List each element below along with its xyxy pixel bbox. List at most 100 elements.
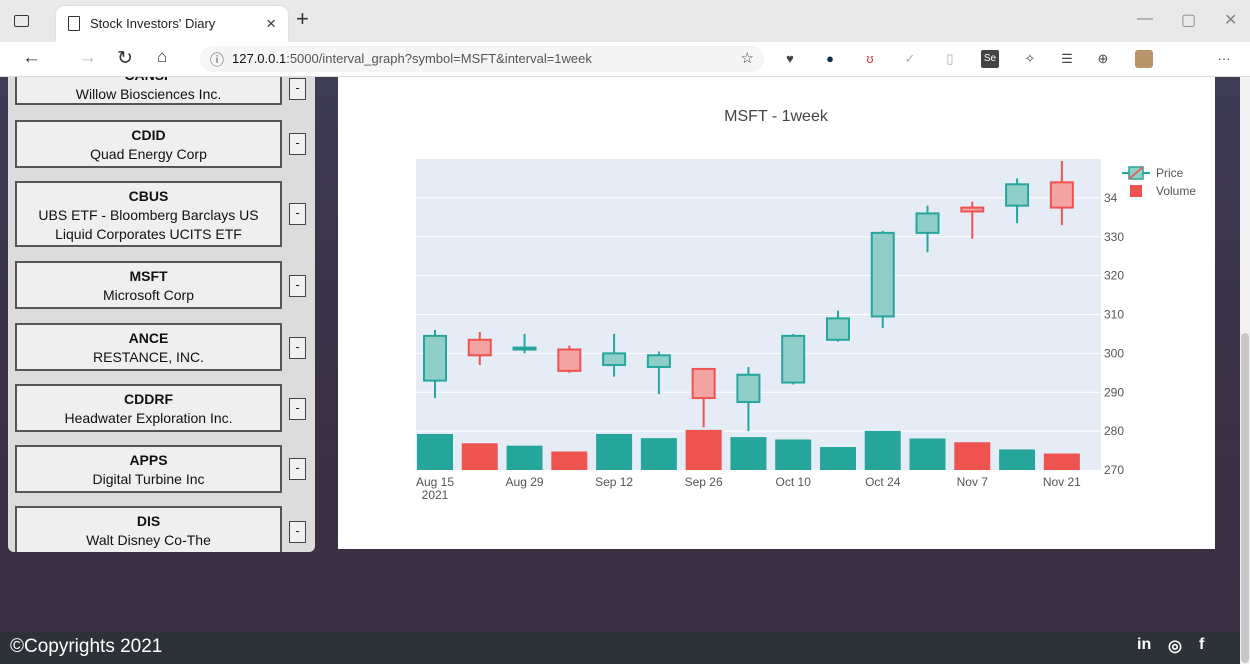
candle-body	[825, 317, 850, 341]
candle-body	[1005, 183, 1030, 207]
y-tick-label: 34	[1104, 191, 1118, 205]
stock-card[interactable]: ANCE RESTANCE, INC.	[15, 323, 282, 371]
candle-body	[557, 348, 582, 372]
stock-symbol: CDDRF	[124, 391, 173, 407]
stock-card[interactable]: CDDRF Headwater Exploration Inc.	[15, 384, 282, 432]
stock-symbol: ANCE	[128, 330, 169, 346]
stock-symbol: CBUS	[128, 188, 169, 204]
y-tick-label: 330	[1104, 230, 1124, 244]
profile-avatar[interactable]	[1135, 50, 1153, 68]
grey-extension-icon[interactable]: ▯	[941, 50, 959, 68]
stock-symbol: DIS	[136, 513, 161, 529]
remove-stock-button[interactable]: -	[289, 458, 306, 480]
volume-bar	[1043, 453, 1080, 470]
remove-stock-button[interactable]: -	[289, 521, 306, 543]
volume-bar	[775, 439, 812, 470]
favorite-icon[interactable]: ☆	[741, 49, 754, 67]
stock-card[interactable]: DIS Walt Disney Co-The	[15, 506, 282, 552]
remove-stock-button[interactable]: -	[289, 275, 306, 297]
legend-volume-swatch	[1130, 185, 1142, 197]
tab-close-icon[interactable]: ×	[266, 14, 276, 34]
volume-bar	[685, 429, 722, 470]
stock-name: Walt Disney Co-The	[86, 532, 211, 548]
volume-bar	[864, 430, 901, 470]
home-icon[interactable]: ⌂	[157, 47, 167, 67]
extensions-icon[interactable]: ✧	[1021, 50, 1039, 68]
remove-stock-button[interactable]: -	[289, 133, 306, 155]
back-icon[interactable]: ←	[22, 47, 41, 69]
stock-name: Headwater Exploration Inc.	[64, 410, 233, 426]
stock-card[interactable]: CBUS UBS ETF - Bloomberg Barclays US Liq…	[15, 181, 282, 247]
stock-card[interactable]: APPS Digital Turbine Inc	[15, 445, 282, 493]
close-window-icon[interactable]: ✕	[1224, 10, 1237, 30]
linkedin-icon[interactable]: in	[1137, 636, 1151, 654]
instagram-icon[interactable]: ◎	[1168, 636, 1182, 656]
more-menu-icon[interactable]: ···	[1215, 50, 1233, 68]
maximize-icon[interactable]: ▢	[1181, 10, 1196, 30]
page-content: CANSF Willow Biosciences Inc. - CDID Qua…	[0, 77, 1250, 664]
remove-stock-button[interactable]: -	[289, 337, 306, 359]
remove-stock-button[interactable]: -	[289, 203, 306, 225]
candle-body	[781, 334, 806, 384]
se-extension-icon[interactable]: Se	[981, 50, 999, 68]
y-tick-label: 270	[1104, 463, 1124, 477]
x-tick-label: Aug 29	[506, 475, 544, 489]
minimize-icon[interactable]: —	[1137, 10, 1153, 28]
candle-body	[870, 231, 895, 318]
y-tick-label: 300	[1104, 346, 1124, 360]
tab-actions-icon[interactable]	[14, 15, 29, 27]
remove-stock-button[interactable]: -	[289, 78, 306, 100]
dark-extension-icon[interactable]: ●	[821, 50, 839, 68]
legend-volume-label: Volume	[1156, 184, 1196, 198]
candle-body	[691, 367, 716, 400]
candlestick-chart[interactable]: MSFT - 1week 270 280 290 300 310 320 330 34 Aug 1…	[338, 77, 1215, 549]
stock-name: UBS ETF - Bloomberg Barclays US Liquid C…	[38, 207, 259, 242]
candle-body	[467, 338, 492, 357]
chart-title: MSFT - 1week	[724, 108, 829, 125]
stock-name: Microsoft Corp	[102, 287, 195, 303]
x-tick-label: Oct 24	[865, 475, 901, 489]
candle-body	[602, 352, 627, 367]
x-tick-label: Aug 15	[416, 475, 454, 489]
facebook-icon[interactable]: f	[1199, 636, 1204, 654]
stock-name: Willow Biosciences Inc.	[75, 86, 222, 102]
forward-icon[interactable]: →	[78, 47, 97, 69]
check-extension-icon[interactable]: ✓	[901, 50, 919, 68]
tab-title: Stock Investors' Diary	[90, 16, 216, 31]
x-tick-label: Oct 10	[776, 475, 812, 489]
volume-bar	[461, 443, 498, 470]
favorites-list-icon[interactable]: ☰	[1058, 50, 1076, 68]
x-tick-label: Sep 26	[685, 475, 723, 489]
scrollbar-thumb[interactable]	[1241, 333, 1249, 663]
candle-body	[736, 373, 761, 403]
pocket-extension-icon[interactable]: ♥	[781, 50, 799, 68]
refresh-icon[interactable]: ↻	[117, 47, 133, 70]
candle-body	[1049, 181, 1074, 209]
y-tick-label: 320	[1104, 269, 1124, 283]
x-tick-label: Nov 21	[1043, 475, 1081, 489]
stock-card[interactable]: CANSF Willow Biosciences Inc.	[15, 77, 282, 105]
volume-bar	[909, 438, 946, 470]
browser-tab[interactable]: Stock Investors' Diary ×	[56, 6, 288, 42]
stock-card[interactable]: CDID Quad Energy Corp	[15, 120, 282, 168]
page-scrollbar[interactable]	[1240, 77, 1250, 664]
url-bar[interactable]: ⓘ 127.0.0.1:5000/interval_graph?symbol=M…	[200, 46, 764, 72]
new-tab-icon[interactable]: +	[296, 6, 309, 32]
url-text[interactable]: 127.0.0.1:5000/interval_graph?symbol=MSF…	[232, 51, 592, 66]
copyright-text: ©Copyrights 2021	[10, 636, 163, 657]
candle-body	[960, 206, 985, 213]
x-year-label: 2021	[422, 488, 449, 502]
x-tick-label: Nov 7	[957, 475, 989, 489]
stock-name: Digital Turbine Inc	[92, 471, 205, 487]
stock-name: RESTANCE, INC.	[93, 349, 204, 365]
site-info-icon[interactable]: ⓘ	[210, 50, 224, 70]
x-tick-label: Sep 12	[595, 475, 633, 489]
volume-bar	[640, 438, 677, 470]
red-extension-icon[interactable]: ʊ	[861, 50, 879, 68]
stock-list-sidebar[interactable]: CANSF Willow Biosciences Inc. - CDID Qua…	[8, 77, 315, 552]
remove-stock-button[interactable]: -	[289, 398, 306, 420]
stock-symbol: APPS	[129, 452, 168, 468]
volume-bar	[551, 451, 588, 470]
collections-icon[interactable]: ⊕	[1094, 50, 1112, 68]
stock-card[interactable]: MSFT Microsoft Corp	[15, 261, 282, 309]
